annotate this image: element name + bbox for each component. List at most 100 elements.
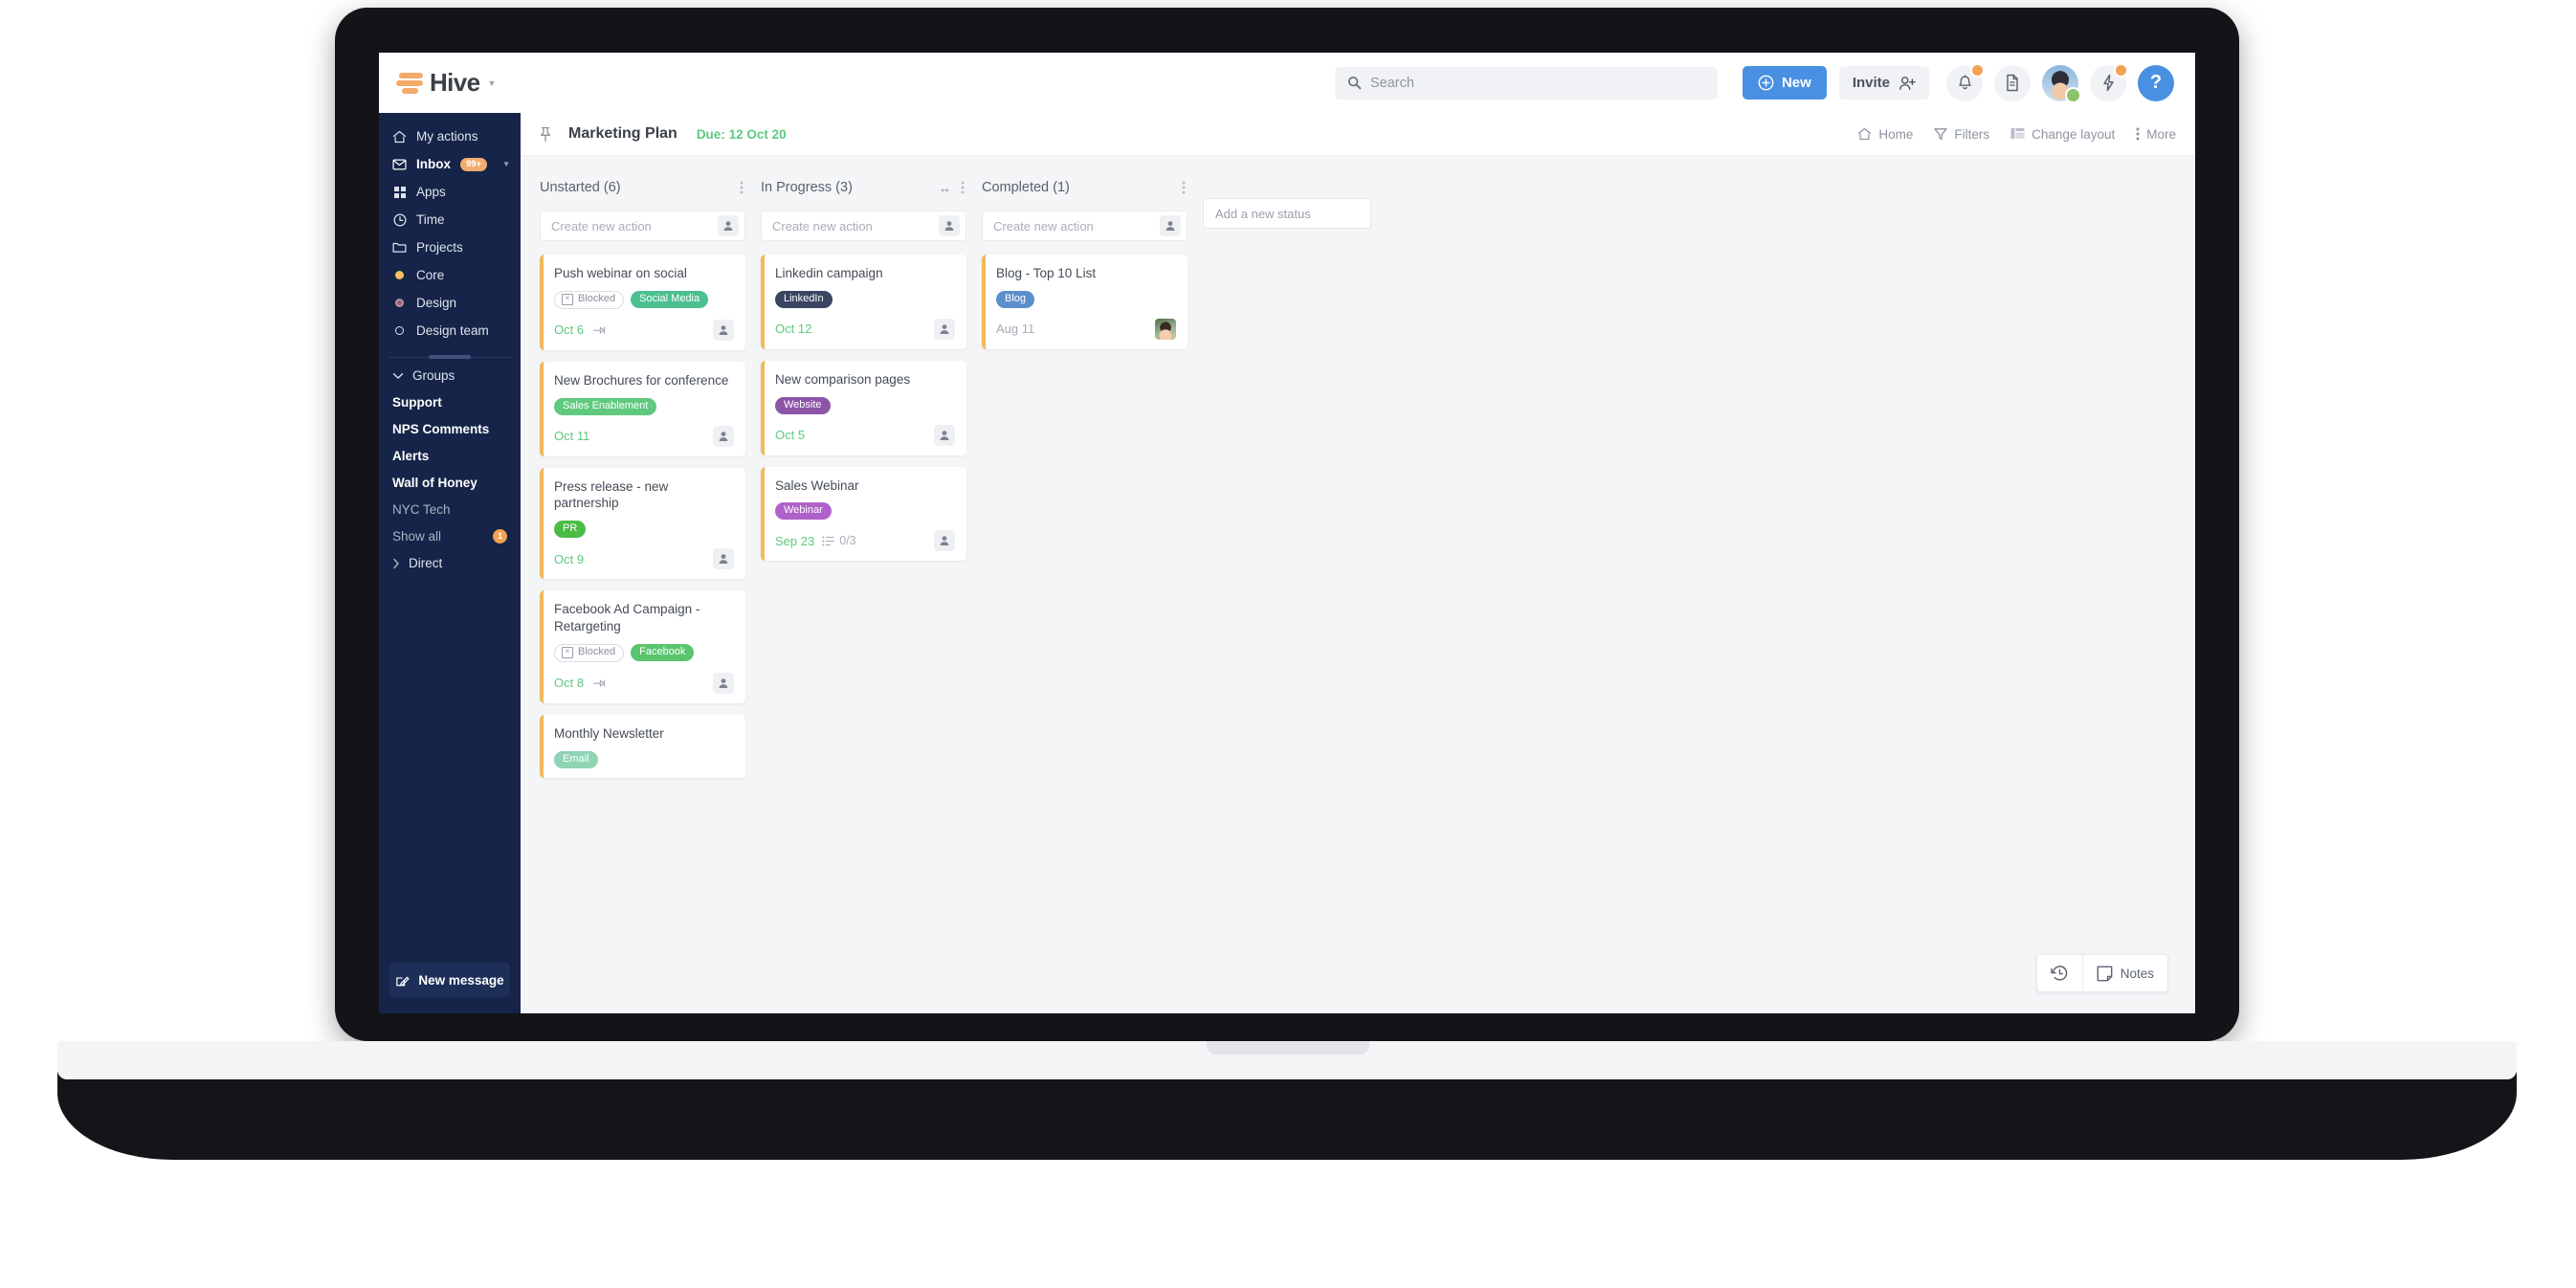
sidebar-item-my-actions[interactable]: My actions [379, 122, 521, 150]
notes-label: Notes [2120, 966, 2154, 981]
board-column-completed: Completed (1) Create new action Blog - T… [982, 177, 1188, 1013]
hive-app: Hive ▼ Search New Invite ? My actions In… [379, 53, 2195, 1013]
sidebar-group-wall-of-honey[interactable]: Wall of Honey [379, 469, 521, 496]
label-chip-blocked[interactable]: × Blocked [554, 643, 625, 662]
card-labels: PR [554, 521, 734, 539]
card[interactable]: New comparison pages Website Oct 5 [761, 360, 966, 455]
card[interactable]: Blog - Top 10 List Blog Aug 11 [982, 255, 1188, 349]
label-chip[interactable]: Blog [996, 290, 1035, 308]
sidebar-item-core[interactable]: Core [379, 261, 521, 289]
pin-icon[interactable] [539, 126, 552, 143]
create-action-input[interactable]: Create new action [982, 211, 1188, 241]
direct-header[interactable]: Direct [379, 549, 521, 576]
card[interactable]: Monthly Newsletter Email [540, 714, 745, 778]
notification-dot [1970, 62, 1985, 78]
new-message-button[interactable]: New message [389, 963, 510, 997]
resize-column-handle[interactable]: ↔ [939, 181, 951, 195]
chevron-down-icon[interactable]: ▼ [502, 160, 510, 168]
card-assignee[interactable] [713, 425, 734, 447]
label-chip[interactable]: Social Media [631, 291, 709, 309]
sidebar-item-time[interactable]: Time [379, 206, 521, 233]
column-menu-icon[interactable] [740, 181, 744, 194]
grid-icon [392, 185, 407, 199]
card-labels: × Blocked Social Media [554, 290, 734, 309]
history-button[interactable] [2037, 955, 2082, 991]
hive-logo[interactable]: Hive ▼ [379, 53, 585, 113]
sidebar-group-nyc-tech[interactable]: NYC Tech [379, 496, 521, 522]
groups-header[interactable]: Groups [379, 366, 521, 389]
automation-button[interactable] [2090, 62, 2128, 101]
notifications-button[interactable] [1946, 62, 1985, 101]
assignee-button[interactable] [718, 215, 739, 236]
column-menu-icon[interactable] [1182, 181, 1186, 194]
invite-button[interactable]: Invite [1838, 66, 1929, 100]
label-chip-blocked[interactable]: × Blocked [554, 290, 625, 309]
avatar[interactable] [2042, 64, 2081, 103]
sidebar-item-design-team[interactable]: Design team [379, 317, 521, 344]
label-chip[interactable]: Website [775, 396, 831, 414]
sidebar-item-projects[interactable]: Projects [379, 233, 521, 261]
sidebar-item-inbox[interactable]: Inbox 99+ ▼ [379, 150, 521, 178]
more-button[interactable]: More [2136, 127, 2176, 142]
label-chip[interactable]: LinkedIn [775, 290, 833, 308]
inbox-badge: 99+ [460, 157, 488, 171]
home-icon [1857, 127, 1872, 141]
documents-button[interactable] [1994, 64, 2031, 101]
column-title: Completed (1) [982, 180, 1070, 195]
new-button-label: New [1781, 75, 1811, 91]
sidebar-group-nps-comments[interactable]: NPS Comments [379, 415, 521, 442]
notes-button[interactable]: Notes [2083, 955, 2167, 991]
chevron-down-icon[interactable]: ▼ [488, 78, 497, 88]
group-label: Support [392, 394, 442, 410]
sidebar-item-design[interactable]: Design [379, 289, 521, 317]
label-chip[interactable]: PR [554, 521, 587, 539]
card[interactable]: Press release - new partnership PR Oct 9 [540, 467, 745, 580]
filters-button[interactable]: Filters [1934, 127, 1989, 142]
card-assignee[interactable] [934, 318, 955, 340]
create-action-input[interactable]: Create new action [761, 211, 966, 241]
card[interactable]: Sales Webinar Webinar Sep 23 0/3 [761, 466, 966, 562]
card[interactable]: Linkedin campaign LinkedIn Oct 12 [761, 255, 966, 349]
sidebar-item-apps[interactable]: Apps [379, 178, 521, 206]
label-chip[interactable]: Facebook [631, 644, 695, 662]
add-status-input[interactable]: Add a new status [1203, 198, 1371, 229]
card-title: Linkedin campaign [775, 266, 883, 280]
automation-dot [2114, 62, 2128, 78]
label-chip[interactable]: Email [554, 750, 598, 768]
new-button[interactable]: New [1742, 66, 1827, 100]
help-button[interactable]: ? [2138, 64, 2174, 101]
card-assignee[interactable] [713, 548, 734, 570]
card-assignee[interactable] [934, 530, 955, 552]
subtask-count: 0/3 [839, 534, 856, 548]
sidebar-group-support[interactable]: Support [379, 389, 521, 415]
search-input[interactable]: Search [1334, 66, 1718, 100]
card[interactable]: Facebook Ad Campaign - Retargeting × Blo… [540, 590, 745, 703]
card-due-date: Aug 11 [996, 322, 1035, 337]
card[interactable]: Push webinar on social × Blocked Social … [540, 255, 745, 350]
column-menu-icon[interactable] [961, 181, 965, 194]
label-chip[interactable]: Webinar [775, 502, 832, 521]
recurring-icon [591, 677, 606, 689]
sidebar-group-alerts[interactable]: Alerts [379, 442, 521, 469]
home-button[interactable]: Home [1857, 127, 1913, 142]
project-bar: Marketing Plan Due: 12 Oct 20 Home Filte… [521, 113, 2195, 156]
card-assignee[interactable] [1155, 318, 1176, 340]
sidebar-footer: New message [379, 963, 521, 1013]
group-label: Wall of Honey [392, 475, 477, 490]
card-assignee[interactable] [713, 672, 734, 694]
assignee-button[interactable] [939, 215, 960, 236]
sidebar-show-all[interactable]: Show all 1 [379, 522, 521, 549]
group-label: NPS Comments [392, 421, 490, 436]
project-due-date: Due: 12 Oct 20 [696, 126, 787, 142]
card[interactable]: New Brochures for conference Sales Enabl… [540, 361, 745, 456]
card-assignee[interactable] [713, 319, 734, 341]
label-chip[interactable]: Sales Enablement [554, 397, 657, 415]
card-footer: Oct 12 [775, 318, 955, 340]
compose-icon [395, 973, 410, 988]
card-assignee[interactable] [934, 424, 955, 446]
create-action-placeholder: Create new action [993, 218, 1094, 233]
note-icon [2097, 966, 2113, 982]
change-layout-button[interactable]: Change layout [2010, 127, 2115, 142]
create-action-input[interactable]: Create new action [540, 211, 745, 241]
assignee-button[interactable] [1160, 215, 1181, 236]
